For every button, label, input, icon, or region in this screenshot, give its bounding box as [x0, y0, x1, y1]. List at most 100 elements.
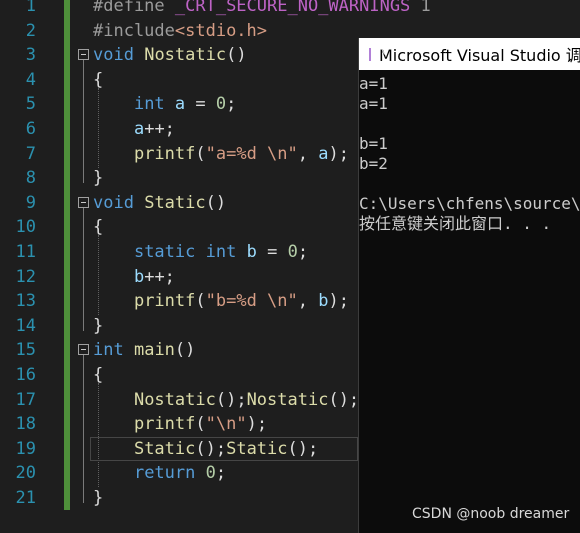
code-line[interactable]: a++; — [93, 117, 175, 141]
code-token: main — [133, 340, 175, 361]
code-token: ); — [246, 414, 268, 435]
line-number: 6 — [25, 119, 36, 139]
fold-collapse-icon[interactable] — [78, 344, 89, 356]
code-token: (); — [328, 389, 360, 410]
code-token: a — [174, 94, 186, 115]
code-token: 0 — [205, 463, 216, 484]
line-number: 8 — [25, 168, 36, 189]
code-line[interactable]: int main() — [93, 338, 195, 362]
code-token: b — [246, 242, 257, 262]
console-line: b=2 — [359, 154, 388, 173]
line-number: 16 — [15, 365, 36, 385]
code-line[interactable]: printf("a=%d \n", a); — [93, 142, 349, 166]
line-number: 2 — [25, 20, 36, 41]
console-line: a=1 — [359, 74, 388, 93]
code-line[interactable]: } — [93, 314, 103, 338]
code-token: 0 — [215, 94, 227, 115]
fold-collapse-icon[interactable] — [78, 49, 89, 61]
line-number: 17 — [15, 389, 36, 410]
code-token: () — [226, 45, 247, 66]
code-token: } — [93, 315, 104, 336]
code-line[interactable]: } — [93, 166, 103, 190]
code-token: { — [93, 365, 104, 385]
code-token: "b=%d \n" — [205, 291, 298, 312]
console-output: a=1 a=1 b=1 b=2 C:\Users\chfens\source\ 按任意… — [359, 74, 580, 234]
code-token: , — [297, 143, 319, 164]
line-number: 21 — [15, 488, 36, 508]
code-token: Nostatic — [246, 389, 329, 410]
code-token: ++; — [144, 266, 175, 287]
fold-bracket-line — [83, 60, 84, 184]
code-token: ; — [215, 463, 227, 484]
code-token: return — [133, 463, 196, 484]
code-line[interactable]: void Static() — [93, 191, 226, 215]
code-line[interactable]: printf("b=%d \n", b); — [93, 289, 349, 313]
line-number: 19 — [15, 438, 36, 459]
code-token: 1 — [410, 0, 431, 16]
console-line: a=1 — [359, 94, 388, 113]
code-token: static — [133, 242, 196, 262]
code-token: { — [93, 69, 104, 90]
line-number: 14 — [15, 315, 36, 336]
code-line[interactable]: } — [93, 486, 103, 510]
code-token: printf — [133, 143, 196, 164]
code-token: "\n" — [205, 414, 247, 435]
code-token: ( — [195, 143, 206, 164]
code-token: void — [93, 192, 134, 213]
code-token: a — [133, 119, 145, 139]
code-line[interactable]: b++; — [93, 265, 175, 289]
code-token: int — [93, 340, 124, 361]
code-token: #include — [93, 20, 175, 41]
code-token: b — [133, 266, 145, 287]
console-line: 按任意键关闭此窗口. . . — [359, 214, 552, 233]
code-token: { — [93, 217, 104, 238]
code-token: printf — [133, 414, 196, 435]
line-number: 4 — [25, 69, 36, 90]
code-line[interactable]: static int b = 0; — [93, 240, 308, 264]
code-token: 0 — [287, 242, 298, 262]
line-number: 18 — [15, 414, 36, 435]
current-line-highlight — [90, 437, 358, 461]
code-token: ); — [328, 291, 349, 312]
line-number: 20 — [15, 463, 36, 484]
line-number: 13 — [15, 291, 36, 312]
code-line[interactable]: int a = 0; — [93, 92, 236, 116]
code-line[interactable]: void Nostatic() — [93, 43, 247, 67]
code-line[interactable]: #include<stdio.h> — [93, 19, 267, 43]
code-token: _CRT_SECURE_NO_WARNINGS — [174, 0, 411, 16]
console-line: b=1 — [359, 134, 388, 153]
code-token: ( — [195, 291, 206, 312]
code-line[interactable]: #define _CRT_SECURE_NO_WARNINGS 1 — [93, 0, 431, 18]
line-number: 11 — [15, 242, 36, 262]
code-token: ++; — [144, 119, 175, 139]
console-app-icon — [369, 47, 385, 61]
fold-collapse-icon[interactable] — [78, 196, 89, 208]
line-number: 15 — [15, 340, 36, 361]
console-titlebar[interactable]: Microsoft Visual Studio 调 — [359, 38, 580, 70]
console-window[interactable]: Microsoft Visual Studio 调 a=1a=1 b=1b=2 … — [358, 38, 580, 533]
code-line[interactable]: Nostatic();Nostatic(); — [93, 388, 359, 412]
code-line[interactable]: printf("\n"); — [93, 412, 267, 436]
code-line[interactable]: return 0; — [93, 461, 226, 485]
code-token: "a=%d \n" — [205, 143, 298, 164]
code-token: () — [174, 340, 196, 361]
code-token: () — [205, 192, 227, 213]
code-token: ); — [328, 143, 349, 164]
code-token: = — [256, 242, 288, 262]
watermark: CSDN @noob dreamer — [412, 506, 570, 522]
code-token: ; — [297, 242, 309, 262]
code-token: Nostatic — [144, 45, 227, 66]
